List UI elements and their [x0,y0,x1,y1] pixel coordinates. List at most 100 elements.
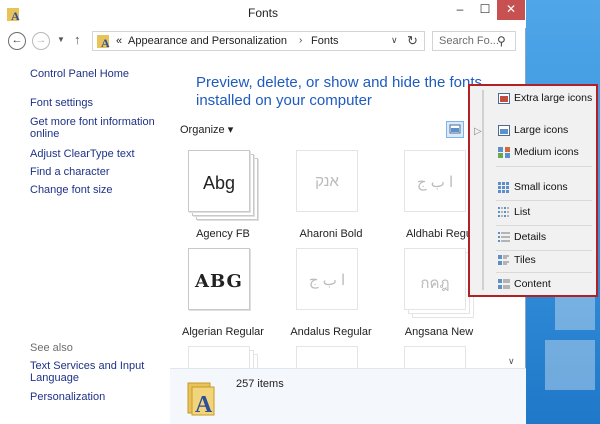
font-page: ﺍ ﺏ ﺝ [404,150,466,212]
font-page [296,346,358,368]
address-dropdown-icon[interactable]: ∨ [391,35,398,46]
font-sample: ﺍ ﺏ ﺝ [308,272,346,289]
font-sample: ﺍ ﺏ ﺝ [416,174,454,191]
extra-large-icons-icon [498,93,510,104]
font-sample: אנק [315,173,339,190]
title-bar: A Fonts ‒ ☐ ✕ [0,0,526,28]
menu-item-label: Details [514,231,547,243]
menu-item-label: Tiles [514,254,536,266]
menu-item-label: Medium icons [514,146,579,158]
more-font-info-link[interactable]: Get more font information online [30,116,165,140]
view-size-slider[interactable] [482,90,484,290]
font-sample: ABG [195,271,243,292]
forward-button[interactable]: → [32,32,50,50]
folder-icon: A [97,35,110,49]
change-view-button[interactable] [446,121,464,138]
svg-text:A: A [195,392,213,417]
font-item-andalus[interactable]: ﺍ ﺏ ﺝ Andalus Regular [278,248,384,350]
search-icon[interactable]: ⚲ [497,34,506,48]
menu-item-content[interactable]: Content [496,276,596,294]
font-file-icon [188,346,258,368]
font-item[interactable] [386,346,492,368]
menu-item-large-icons[interactable]: Large icons [496,122,596,140]
small-icons-icon [498,182,509,193]
see-also-label: See also [30,342,73,354]
font-page: ﺍ ﺏ ﺝ [296,248,358,310]
menu-item-small-icons[interactable]: Small icons [496,179,596,197]
change-font-size-link[interactable]: Change font size [30,184,165,196]
organize-button[interactable]: Organize ▾ [180,123,233,136]
font-file-icon [296,346,366,368]
personalization-link[interactable]: Personalization [30,391,165,403]
font-item-aharoni-bold[interactable]: אנק Aharoni Bold [278,150,384,252]
status-bar: A 257 items [170,368,526,424]
menu-item-medium-icons[interactable]: Medium icons [496,144,596,162]
large-icons-icon [498,125,510,136]
menu-item-label: Large icons [514,124,569,136]
menu-item-label: List [514,206,531,218]
font-file-icon [404,346,474,368]
maximize-button[interactable]: ☐ [473,0,497,20]
font-settings-link[interactable]: Font settings [30,97,165,109]
font-page: กคฎ [404,248,466,310]
font-file-icon: ﺍ ﺏ ﺝ [404,150,474,220]
details-icon [498,232,510,242]
font-page: ABG [188,248,250,310]
font-item-agency-fb[interactable]: Abg Agency FB [170,150,276,252]
medium-icons-icon [498,147,510,158]
font-name: Aharoni Bold [299,228,363,240]
breadcrumb-overflow[interactable]: « [116,35,122,47]
svg-text:A: A [101,36,110,49]
minimize-button[interactable]: ‒ [448,0,472,20]
menu-item-list[interactable]: List [496,204,596,222]
refresh-icon[interactable]: ↻ [407,33,418,49]
menu-separator [496,272,592,273]
font-file-icon: กคฎ [404,248,474,318]
control-panel-home-link[interactable]: Control Panel Home [30,68,165,80]
breadcrumb-separator[interactable]: › [299,35,302,46]
font-item[interactable] [278,346,384,368]
slider-thumb-icon[interactable]: ▷ [474,126,482,137]
font-name: Agency FB [196,228,250,240]
font-sample: กคฎ [420,275,450,292]
text-services-link[interactable]: Text Services and Input Language [30,360,165,384]
breadcrumb-appearance[interactable]: Appearance and Personalization [128,35,287,47]
adjust-cleartype-link[interactable]: Adjust ClearType text [30,148,165,160]
menu-separator [496,250,592,251]
menu-item-label: Extra large icons [514,92,593,104]
font-file-icon: ﺍ ﺏ ﺝ [296,248,366,318]
font-file-icon: אנק [296,150,366,220]
desktop-decoration [545,340,595,390]
item-count: 257 items [236,378,284,390]
font-name: Angsana New [404,326,474,338]
font-file-icon: Abg [188,150,258,220]
view-icon [449,124,461,134]
close-button[interactable]: ✕ [497,0,525,20]
menu-item-tiles[interactable]: Tiles [496,252,596,270]
font-file-icon: ABG [188,248,258,318]
font-item[interactable] [170,346,276,368]
menu-separator [496,166,592,167]
font-page [404,346,466,368]
address-bar[interactable]: A « Appearance and Personalization › Fon… [92,31,425,51]
content-icon [498,279,510,289]
breadcrumb-fonts[interactable]: Fonts [311,35,339,47]
font-sample: Abg [202,173,236,193]
find-character-link[interactable]: Find a character [30,166,165,178]
menu-item-extra-large-icons[interactable]: Extra large icons [496,90,596,108]
font-page: אנק [296,150,358,212]
font-name: Algerian Regular [182,326,264,338]
menu-separator [496,200,592,201]
recent-locations-icon[interactable]: ▼ [57,35,65,44]
font-page [188,346,250,368]
search-input[interactable]: Search Fo... ⚲ [432,31,516,51]
scroll-down-icon[interactable]: ∨ [508,356,515,367]
list-icon [498,207,509,217]
font-item-algerian[interactable]: ABG Algerian Regular [170,248,276,350]
menu-item-label: Small icons [514,181,568,193]
font-page: Abg [188,150,250,212]
up-arrow-icon[interactable]: ↑ [74,32,81,47]
view-menu: ▷ Extra large icons Large icons Medium i… [468,84,598,297]
back-button[interactable]: ← [8,32,26,50]
menu-item-details[interactable]: Details [496,229,596,247]
